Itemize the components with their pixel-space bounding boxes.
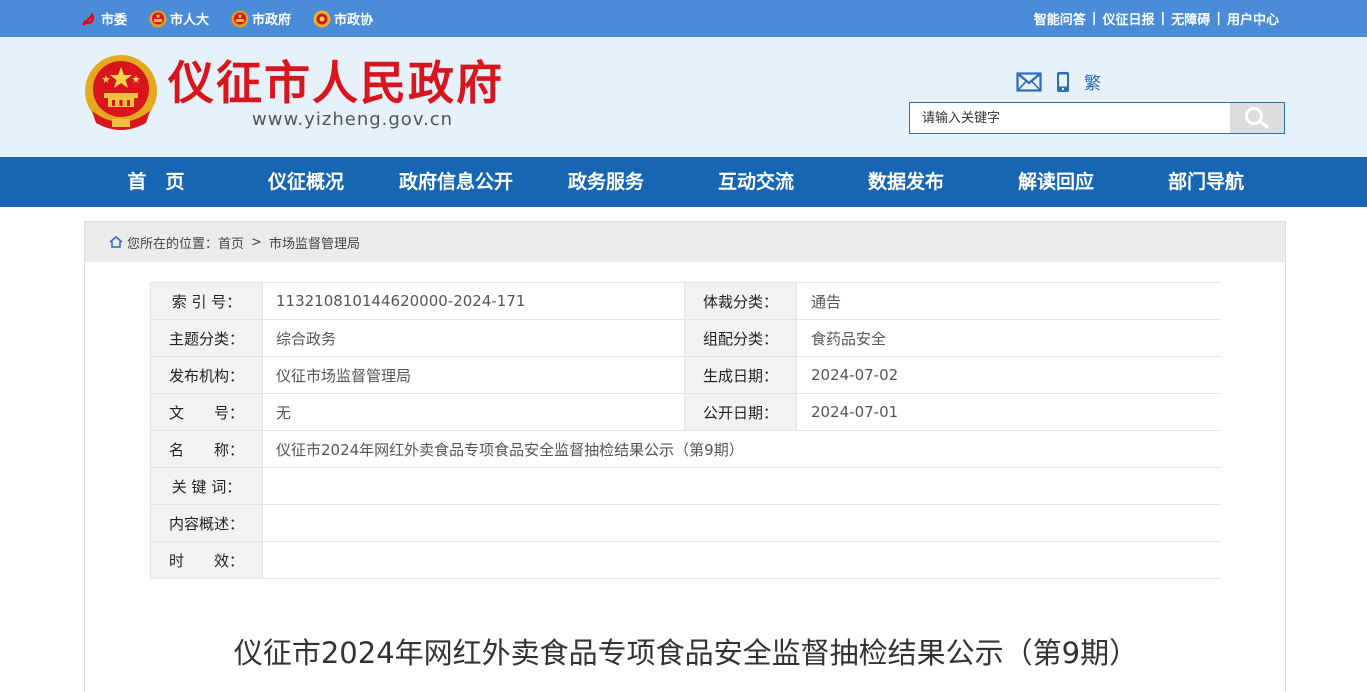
meta-row: 名 称： 仪征市2024年网红外卖食品专项食品安全监督抽检结果公示（第9期） xyxy=(150,430,1220,468)
toplink-cppcc[interactable]: 市政协 xyxy=(313,9,373,28)
nav-interaction[interactable]: 互动交流 xyxy=(705,157,807,207)
national-emblem-icon xyxy=(149,10,167,27)
meta-row: 关 键 词： xyxy=(150,467,1220,505)
top-links-right: 智能问答 | 仪征日报 | 无障碍 | 用户中心 xyxy=(1034,0,1279,37)
site-title[interactable]: 仪征市人民政府 xyxy=(168,55,504,111)
separator: | xyxy=(1216,11,1221,26)
breadcrumb-prefix: 您所在的位置： xyxy=(127,236,219,252)
meta-row: 内容概述： xyxy=(150,504,1220,542)
meta-value-category: 食药品安全 xyxy=(796,319,1220,357)
meta-value-published: 2024-07-01 xyxy=(796,393,1220,431)
breadcrumb-department[interactable]: 市场监督管理局 xyxy=(269,233,360,252)
meta-label-validity: 时 效： xyxy=(150,541,263,579)
traditional-chinese-toggle[interactable]: 繁 xyxy=(1084,69,1101,94)
meta-row: 文 号： 无 公开日期： 2024-07-01 xyxy=(150,393,1220,431)
meta-value-keywords xyxy=(262,467,1220,505)
top-bar: 市委 市人大 市政府 市政协 智能问答 | 仪征日报 | 无障碍 | 用户中心 xyxy=(0,0,1367,37)
meta-value-publisher: 仪征市场监督管理局 xyxy=(262,356,685,394)
separator: | xyxy=(1160,11,1166,26)
meta-label-genre: 体裁分类： xyxy=(684,282,797,320)
search-box xyxy=(909,102,1285,134)
meta-value-index: 113210810144620000-2024-171 xyxy=(262,282,685,320)
breadcrumb-arrow: > xyxy=(251,234,262,250)
meta-label-publisher: 发布机构： xyxy=(150,356,263,394)
toplink-government[interactable]: 市政府 xyxy=(231,9,291,28)
party-emblem-icon xyxy=(82,12,95,26)
toplink-label: 市政府 xyxy=(252,13,292,28)
meta-value-genre: 通告 xyxy=(796,282,1220,320)
toplink-label: 市委 xyxy=(101,13,128,28)
meta-value-topic: 综合政务 xyxy=(262,319,685,357)
home-icon xyxy=(109,236,123,248)
breadcrumb-home[interactable]: 首页 xyxy=(218,233,244,252)
nav-gov-services[interactable]: 政务服务 xyxy=(555,157,657,207)
document-title: 仪征市2024年网红外卖食品专项食品安全监督抽检结果公示（第9期） xyxy=(233,636,1139,670)
mail-icon[interactable] xyxy=(1016,71,1042,92)
meta-row: 索 引 号： 113210810144620000-2024-171 体裁分类：… xyxy=(150,282,1220,320)
meta-label-category: 组配分类： xyxy=(684,319,797,357)
nav-departments[interactable]: 部门导航 xyxy=(1155,157,1257,207)
content-panel: 您所在的位置： 首页 > 市场监督管理局 索 引 号： 113210810144… xyxy=(84,221,1286,692)
search-input[interactable] xyxy=(910,103,1230,133)
separator: | xyxy=(1091,11,1097,26)
nav-data-release[interactable]: 数据发布 xyxy=(855,157,957,207)
cppcc-emblem-icon xyxy=(313,10,331,27)
meta-label-published: 公开日期： xyxy=(684,393,797,431)
meta-label-created: 生成日期： xyxy=(684,356,797,394)
link-user-center[interactable]: 用户中心 xyxy=(1227,9,1279,28)
meta-value-created: 2024-07-02 xyxy=(796,356,1220,394)
site-url: www.yizheng.gov.cn xyxy=(252,109,454,130)
toplink-label: 市人大 xyxy=(170,13,210,28)
national-emblem-icon xyxy=(231,10,249,27)
link-yizheng-daily[interactable]: 仪征日报 xyxy=(1102,9,1154,28)
link-accessibility[interactable]: 无障碍 xyxy=(1171,9,1210,28)
meta-label-docno: 文 号： xyxy=(150,393,263,431)
meta-label-keywords: 关 键 词： xyxy=(150,467,263,505)
meta-row: 发布机构： 仪征市场监督管理局 生成日期： 2024-07-02 xyxy=(150,356,1220,394)
meta-label-index: 索 引 号： xyxy=(150,282,263,320)
header-tools: 繁 xyxy=(1016,69,1101,94)
mobile-icon[interactable] xyxy=(1056,71,1070,93)
search-button[interactable] xyxy=(1230,103,1284,133)
nav-info-disclosure[interactable]: 政府信息公开 xyxy=(392,157,520,207)
main-nav: 首 页 仪征概况 政府信息公开 政务服务 互动交流 数据发布 解读回应 部门导航 xyxy=(0,157,1367,207)
toplink-party-committee[interactable]: 市委 xyxy=(80,9,127,28)
meta-value-summary xyxy=(262,504,1220,542)
toplink-label: 市政协 xyxy=(334,13,374,28)
top-links-left: 市委 市人大 市政府 市政协 xyxy=(80,0,395,37)
meta-label-name: 名 称： xyxy=(150,430,263,468)
meta-row: 时 效： xyxy=(150,541,1220,579)
breadcrumb: 您所在的位置： 首页 > 市场监督管理局 xyxy=(85,222,1285,262)
link-smart-qa[interactable]: 智能问答 xyxy=(1034,9,1086,28)
document-meta-table: 索 引 号： 113210810144620000-2024-171 体裁分类：… xyxy=(150,282,1220,579)
nav-interpretation[interactable]: 解读回应 xyxy=(1005,157,1107,207)
toplink-congress[interactable]: 市人大 xyxy=(149,9,209,28)
nav-overview[interactable]: 仪征概况 xyxy=(255,157,357,207)
meta-row: 主题分类： 综合政务 组配分类： 食药品安全 xyxy=(150,319,1220,357)
national-emblem-logo[interactable] xyxy=(82,53,160,133)
nav-home[interactable]: 首 页 xyxy=(105,157,207,207)
meta-value-validity xyxy=(262,541,1220,579)
site-header: 仪征市人民政府 www.yizheng.gov.cn 繁 xyxy=(0,37,1367,157)
meta-value-name: 仪征市2024年网红外卖食品专项食品安全监督抽检结果公示（第9期） xyxy=(262,430,1220,468)
meta-label-topic: 主题分类： xyxy=(150,319,263,357)
meta-value-docno: 无 xyxy=(262,393,685,431)
meta-label-summary: 内容概述： xyxy=(150,504,263,542)
search-icon xyxy=(1245,107,1269,129)
